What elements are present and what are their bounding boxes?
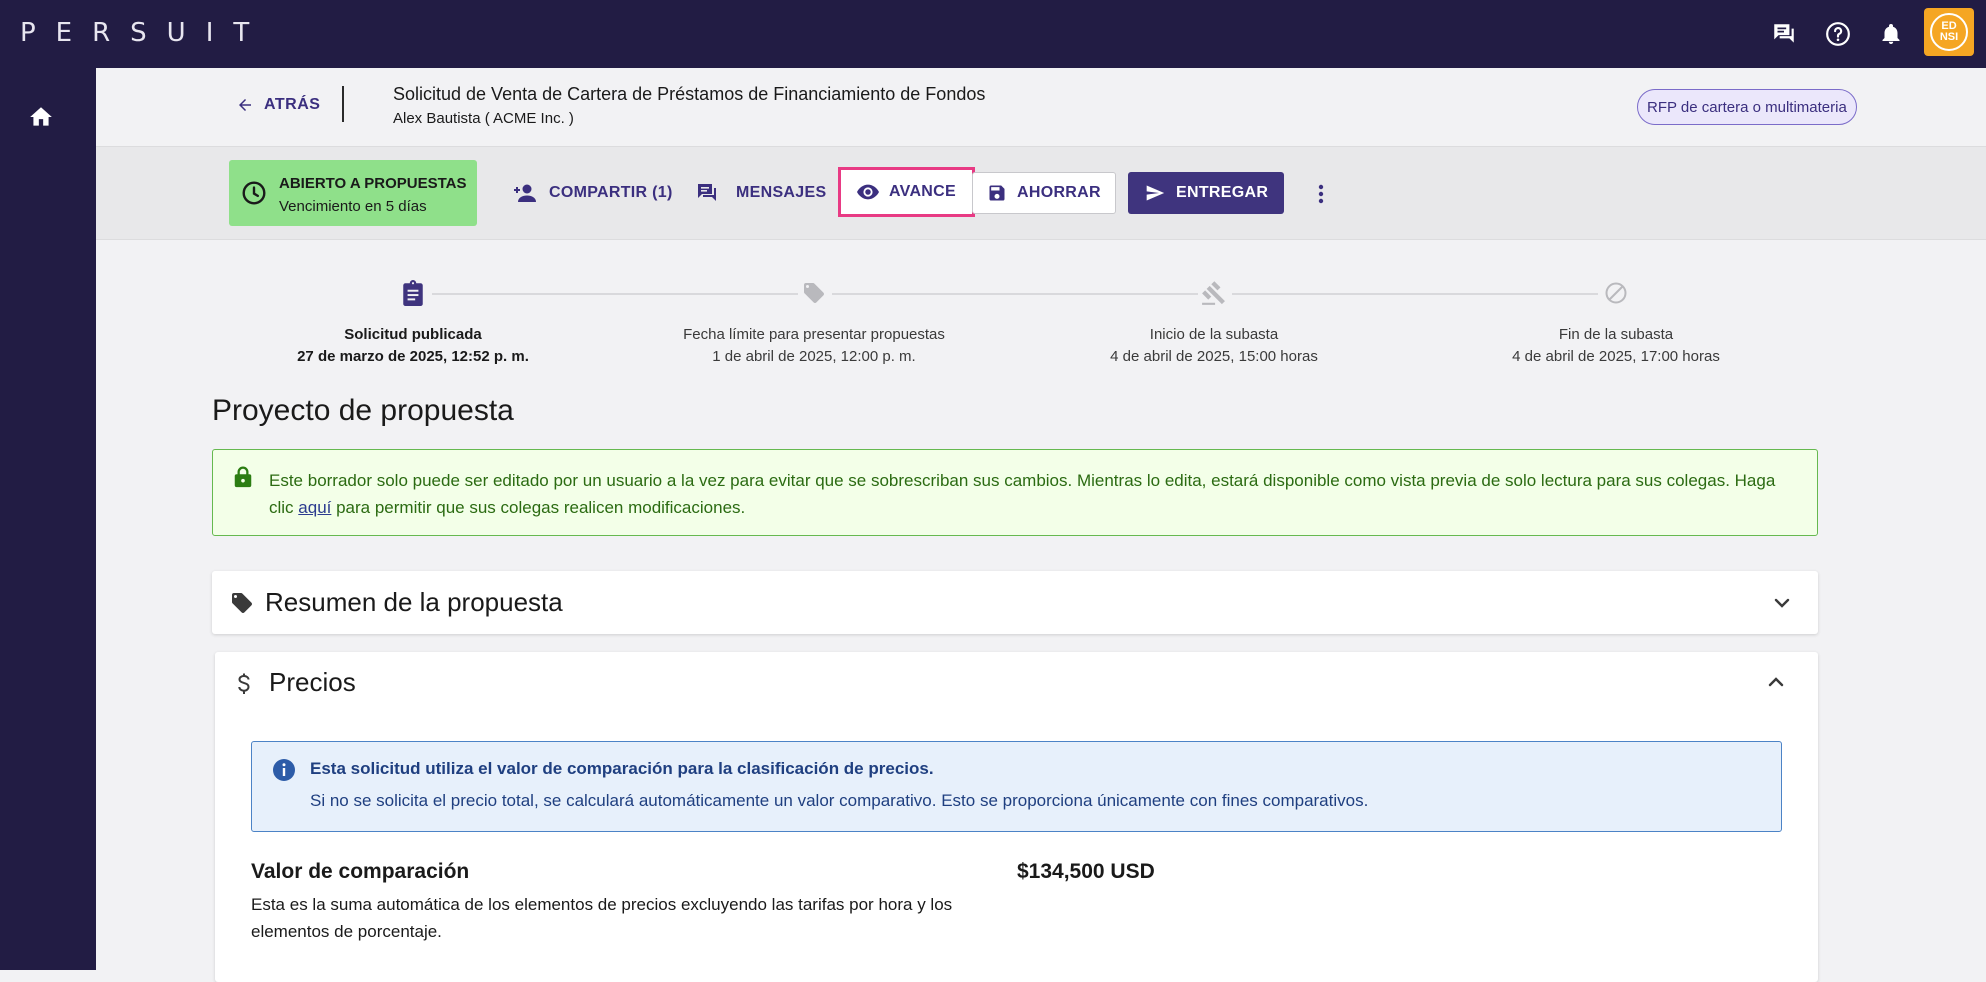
sidebar: [0, 68, 96, 970]
page-title: Proyecto de propuesta: [212, 394, 514, 427]
summary-section-title: Resumen de la propuesta: [265, 587, 563, 617]
back-label: ATRÁS: [264, 96, 321, 113]
chevron-down-icon[interactable]: [1770, 591, 1794, 615]
info-title: Esta solicitud utiliza el valor de compa…: [310, 759, 934, 778]
messages-label: MENSAJES: [736, 184, 827, 201]
timeline-step-auction-start: Inicio de la subasta 4 de abril de 2025,…: [1054, 324, 1374, 368]
timeline-date: 4 de abril de 2025, 15:00 horas: [1110, 348, 1318, 365]
timeline-label: Solicitud publicada: [344, 326, 482, 343]
timeline-step-auction-end: Fin de la subasta 4 de abril de 2025, 17…: [1456, 324, 1776, 368]
timeline-date: 1 de abril de 2025, 12:00 p. m.: [712, 348, 916, 365]
allow-edit-link[interactable]: aquí: [298, 498, 331, 517]
more-options-icon[interactable]: [1309, 182, 1333, 206]
back-button[interactable]: ATRÁS: [236, 96, 320, 114]
timeline-label: Fin de la subasta: [1558, 326, 1674, 343]
floppy-disk-icon: [989, 185, 1005, 201]
proposal-summary-section[interactable]: Resumen de la propuesta: [212, 571, 1818, 634]
add-person-icon: [514, 184, 536, 202]
clipboard-icon: [400, 280, 426, 306]
edit-lock-notice: Este borrador solo puede ser editado por…: [212, 449, 1818, 536]
submit-button[interactable]: ENTREGAR: [1128, 172, 1285, 214]
share-button[interactable]: COMPARTIR (1): [513, 172, 673, 214]
timeline-date: 4 de abril de 2025, 17:00 horas: [1512, 348, 1720, 365]
home-icon[interactable]: [28, 104, 54, 130]
timeline-date: 27 de marzo de 2025, 12:52 p. m.: [297, 348, 529, 365]
request-title: Solicitud de Venta de Cartera de Préstam…: [393, 84, 986, 104]
notifications-bell-icon[interactable]: [1877, 20, 1905, 48]
preview-button[interactable]: AVANCE: [838, 167, 975, 217]
save-button[interactable]: AHORRAR: [972, 172, 1116, 214]
comparison-value-amount: $134,500 USD: [1017, 860, 1155, 883]
timeline-connector: [832, 293, 1198, 295]
pricing-section-title: Precios: [269, 667, 356, 697]
request-subtitle: Alex Bautista ( ACME Inc. ): [393, 110, 574, 127]
submit-label: ENTREGAR: [1176, 184, 1269, 201]
status-title: ABIERTO A PROPUESTAS: [279, 175, 467, 192]
help-icon[interactable]: [1824, 20, 1852, 48]
notice-text: Este borrador solo puede ser editado por…: [269, 467, 1799, 521]
chat-icon: [698, 184, 716, 201]
comparison-value-description: Esta es la suma automática de los elemen…: [251, 895, 953, 941]
timeline-step-deadline: Fecha límite para presentar propuestas 1…: [654, 324, 974, 368]
timeline-connector: [1232, 293, 1598, 295]
timeline-label: Fecha límite para presentar propuestas: [683, 326, 945, 343]
arrow-left-icon: [239, 99, 251, 111]
chevron-up-icon[interactable]: [1764, 670, 1788, 694]
send-icon: [1146, 185, 1165, 201]
info-text: Si no se solicita el precio total, se ca…: [310, 791, 1369, 810]
comparison-value-label: Valor de comparación: [251, 860, 470, 883]
user-avatar[interactable]: ED NSI: [1924, 8, 1974, 56]
preview-label: AVANCE: [889, 183, 956, 200]
status-due: Vencimiento en 5 días: [279, 198, 427, 215]
avatar-initials: ED NSI: [1930, 13, 1968, 51]
chat-icon[interactable]: [1770, 20, 1798, 48]
proposal-toolbar: ABIERTO A PROPUESTAS Vencimiento en 5 dí…: [96, 146, 1986, 240]
status-badge: ABIERTO A PROPUESTAS Vencimiento en 5 dí…: [229, 160, 477, 226]
top-navigation-bar: PERSUIT ED NSI: [0, 0, 1986, 68]
request-header: ATRÁS Solicitud de Venta de Cartera de P…: [96, 68, 1986, 146]
lock-icon: [233, 466, 253, 488]
save-label: AHORRAR: [1017, 184, 1101, 201]
tag-icon: [801, 280, 827, 306]
timeline-connector: [432, 293, 798, 295]
info-icon: [272, 758, 296, 782]
messages-button[interactable]: MENSAJES: [694, 172, 826, 214]
tag-icon: [230, 591, 254, 615]
clock-icon: [241, 180, 267, 206]
timeline-step-published: Solicitud publicada 27 de marzo de 2025,…: [253, 324, 573, 368]
header-divider: [342, 86, 344, 122]
share-label: COMPARTIR (1): [549, 184, 673, 201]
gavel-icon: [1201, 280, 1227, 306]
persuit-logo[interactable]: PERSUIT: [20, 18, 269, 48]
notice-text-part2: para permitir que sus colegas realicen m…: [331, 498, 746, 517]
eye-icon: [857, 184, 879, 200]
dollar-icon: [235, 672, 255, 698]
blocked-circle-icon: [1603, 280, 1629, 306]
rfp-type-badge: RFP de cartera o multimateria: [1637, 89, 1857, 125]
pricing-info-box: Esta solicitud utiliza el valor de compa…: [251, 741, 1782, 832]
timeline-label: Inicio de la subasta: [1149, 326, 1279, 343]
